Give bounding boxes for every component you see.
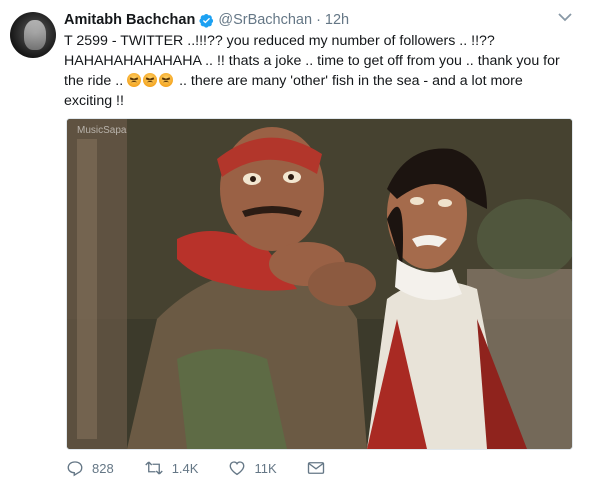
- verified-badge-icon: [199, 13, 214, 28]
- reply-icon: [67, 461, 83, 477]
- tweet-text: T 2599 - TWITTER ..!!!?? you reduced my …: [64, 31, 572, 111]
- angry-face-emoji: [159, 73, 174, 87]
- tweet-line-2: HAHAHAHAHAHAHA .. !! thats a joke .. tim…: [64, 53, 560, 69]
- like-button[interactable]: 11K: [228, 459, 277, 477]
- envelope-icon: [307, 462, 324, 474]
- avatar[interactable]: [10, 12, 56, 58]
- reply-button[interactable]: 828: [66, 459, 114, 477]
- tweet-line-3-start: the ride ..: [64, 73, 124, 89]
- tweet-line-4: exciting !!: [64, 93, 124, 109]
- author-name[interactable]: Amitabh Bachchan: [64, 12, 195, 28]
- angry-face-emoji: [143, 73, 158, 87]
- heart-icon: [230, 461, 245, 476]
- tweet-actions: 828 1.4K 11K: [66, 458, 363, 478]
- tweet-line-3-end: .. there are many 'other' fish in the se…: [179, 73, 523, 89]
- direct-message-button[interactable]: [307, 460, 333, 476]
- tweet-line-3: the ride .. .. there are many 'other' fi…: [64, 71, 572, 91]
- tweet-media-image[interactable]: MusicSapa: [66, 118, 573, 450]
- movie-still-photo: MusicSapa: [67, 119, 572, 449]
- angry-face-emoji: [127, 73, 142, 87]
- retweet-button[interactable]: 1.4K: [144, 459, 199, 477]
- separator-dot: ·: [316, 12, 321, 28]
- tweet-card[interactable]: Amitabh Bachchan @SrBachchan · 12h T 259…: [0, 0, 591, 484]
- avatar-face: [24, 20, 46, 50]
- timestamp[interactable]: 12h: [325, 12, 349, 28]
- chevron-down-icon[interactable]: [557, 11, 573, 23]
- retweet-icon: [144, 461, 163, 475]
- image-watermark: MusicSapa: [77, 125, 127, 136]
- author-handle[interactable]: @SrBachchan: [218, 12, 312, 28]
- like-count: 11K: [254, 460, 277, 476]
- tweet-header: Amitabh Bachchan @SrBachchan · 12h: [64, 10, 349, 30]
- retweet-count: 1.4K: [171, 460, 199, 476]
- reply-count: 828: [92, 460, 114, 476]
- tweet-line-1: T 2599 - TWITTER ..!!!?? you reduced my …: [64, 33, 495, 49]
